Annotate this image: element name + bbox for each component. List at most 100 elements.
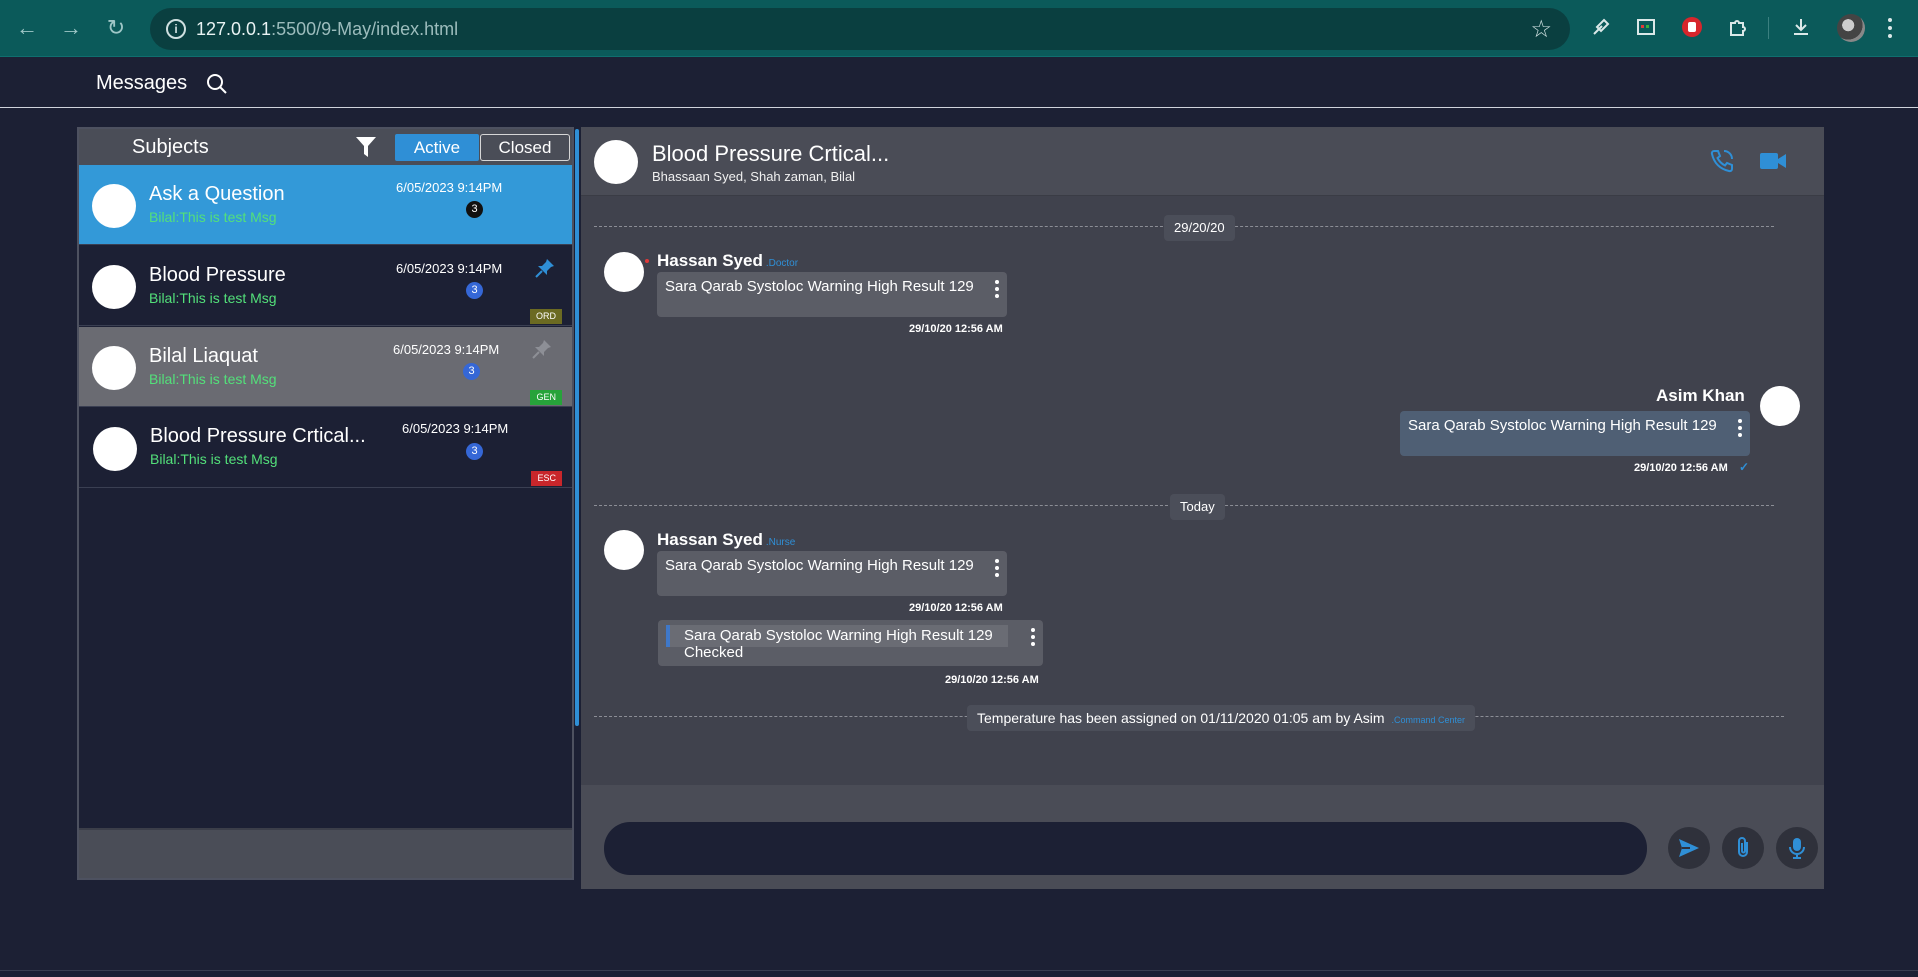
url-text[interactable]: 127.0.0.1:5500/9-May/index.html [196,19,458,40]
subjects-panel: Subjects Active Closed Ask a Question Bi… [77,127,579,880]
message-bubble: Sara Qarab Systoloc Warning High Result … [657,272,1007,317]
subject-time: 6/05/2023 9:14PM [402,421,509,436]
message-time: 29/10/20 12:56 AM [945,674,1039,686]
reload-icon[interactable]: ↻ [103,15,129,41]
subject-name: Blood Pressure [149,264,286,286]
profile-avatar[interactable] [1837,14,1865,42]
message-bubble: Sara Qarab Systoloc Warning High Result … [1400,411,1750,456]
subjects-title: Subjects [132,136,209,158]
browser-menu-icon[interactable] [1888,18,1892,38]
avatar [93,427,137,471]
address-bar[interactable]: i 127.0.0.1:5500/9-May/index.html ☆ [150,8,1570,50]
avatar [594,140,638,184]
bookmark-star-icon[interactable]: ☆ [1530,15,1552,44]
sender-name: Hassan Syed [657,530,763,549]
avatar [604,530,644,570]
chat-members: Bhassaan Syed, Shah zaman, Bilal [652,169,856,184]
page-bottom-line [0,970,1918,971]
eyedropper-extension-icon[interactable] [1589,16,1613,40]
pin-icon[interactable] [531,338,553,360]
back-icon[interactable]: ← [14,15,40,41]
subject-item-blood-pressure[interactable]: Blood Pressure Bilal:This is test Msg 6/… [79,246,572,326]
sender-role: .Doctor [765,258,799,269]
url-path: :5500/9-May/index.html [271,19,459,39]
voice-button[interactable] [1776,827,1818,869]
tab-closed[interactable]: Closed [480,134,570,161]
message-sender: Hassan Syed .Doctor [657,251,798,271]
adblock-extension-icon[interactable] [1680,16,1704,40]
system-note: Temperature has been assigned on 01/11/2… [594,705,1784,731]
message-menu-icon[interactable] [1738,419,1742,440]
message-text: Sara Qarab Systoloc Warning High Result … [665,278,974,295]
message-time: 29/10/20 12:56 AM [909,602,1003,614]
search-icon[interactable] [205,72,229,96]
subject-name: Ask a Question [149,183,285,205]
avatar [92,346,136,390]
sender-role: .Nurse [765,537,796,548]
date-divider-label: 29/20/20 [1164,215,1235,241]
attach-button[interactable] [1722,827,1764,869]
date-divider-label: Today [1170,494,1225,520]
reply-message-bubble: Sara Qarab Systoloc Warning High Result … [658,620,1043,666]
chat-title: Blood Pressure Crtical... [652,141,890,166]
sender-name: Hassan Syed [657,251,763,270]
message-sender: Asim Khan [1656,386,1745,405]
send-button[interactable] [1668,827,1710,869]
pin-icon[interactable] [534,257,556,279]
message-menu-icon[interactable] [1031,628,1035,649]
system-note-label: Temperature has been assigned on 01/11/2… [967,705,1475,731]
avatar [1760,386,1800,426]
message-text: Sara Qarab Systoloc Warning High Result … [665,557,974,574]
message-composer [581,785,1824,889]
message-text: Sara Qarab Systoloc Warning High Result … [1408,417,1717,434]
microphone-icon [1789,838,1805,859]
unread-count-badge: 3 [463,363,480,380]
subject-preview: Bilal:This is test Msg [149,371,277,387]
quoted-text: Sara Qarab Systoloc Warning High Result … [684,627,993,644]
chat-panel: Blood Pressure Crtical... Bhassaan Syed,… [581,127,1824,889]
message-input[interactable] [604,822,1647,875]
calendar-extension-icon[interactable] [1634,16,1658,40]
avatar [604,252,644,292]
subject-time: 6/05/2023 9:14PM [396,180,503,195]
extensions-puzzle-icon[interactable] [1726,16,1750,40]
system-note-role: .Command Center [1391,715,1465,725]
message-sender: Hassan Syed .Nurse [657,530,795,550]
paperclip-icon [1738,837,1748,857]
tab-active[interactable]: Active [395,134,479,161]
status-badge: GEN [530,390,562,405]
subject-item-ask-a-question[interactable]: Ask a Question Bilal:This is test Msg 6/… [79,165,572,245]
subject-item-bilal-liaquat[interactable]: Bilal Liaquat Bilal:This is test Msg 6/0… [79,327,572,407]
read-check-icon: ✓ [1739,460,1750,474]
avatar [92,265,136,309]
phone-call-icon[interactable] [1709,148,1735,174]
subject-name: Blood Pressure Crtical... [150,425,366,447]
filter-icon[interactable] [355,135,377,159]
download-icon[interactable] [1789,16,1813,40]
app-header: Messages [0,58,1918,108]
browser-toolbar: ← → ↻ i 127.0.0.1:5500/9-May/index.html … [0,0,1918,57]
message-menu-icon[interactable] [995,559,999,580]
date-divider: Today [594,494,1774,520]
site-info-icon[interactable]: i [166,19,186,39]
subjects-header: Subjects Active Closed [79,129,572,165]
subject-preview: Bilal:This is test Msg [149,209,277,225]
app-title: Messages [96,72,188,94]
unread-count-badge: 3 [466,443,483,460]
subject-item-blood-pressure-critical[interactable]: Blood Pressure Crtical... Bilal:This is … [79,408,572,488]
online-status-dot [645,259,649,263]
subject-time: 6/05/2023 9:14PM [393,342,500,357]
status-badge: ESC [531,471,562,486]
subjects-footer [79,828,572,878]
url-host: 127.0.0.1 [196,19,272,39]
unread-count-badge: 3 [466,201,483,218]
forward-icon[interactable]: → [58,15,84,41]
subject-preview: Bilal:This is test Msg [150,451,278,467]
video-call-icon[interactable] [1759,150,1787,172]
chat-header: Blood Pressure Crtical... Bhassaan Syed,… [581,127,1824,196]
unread-count-badge: 3 [466,282,483,299]
subject-preview: Bilal:This is test Msg [149,290,277,306]
date-divider: 29/20/20 [594,215,1774,241]
message-menu-icon[interactable] [995,280,999,301]
scrollbar[interactable] [575,129,579,726]
